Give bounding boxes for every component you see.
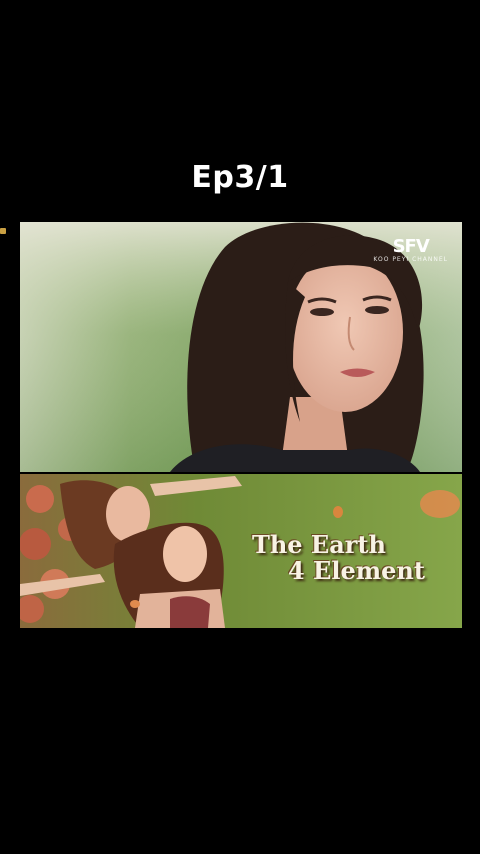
watermark-logo: SFV xyxy=(392,236,430,257)
channel-watermark: SFV KOO PEYI CHANNEL xyxy=(373,236,448,264)
watermark-subtext: KOO PEYI CHANNEL xyxy=(373,256,448,263)
show-title-line2: 4 Element xyxy=(288,556,425,585)
video-frame[interactable]: SFV KOO PEYI CHANNEL xyxy=(20,222,462,472)
side-marker xyxy=(0,228,6,234)
poster-frame: The Earth 4 Element xyxy=(20,474,462,628)
show-title-line1: The Earth xyxy=(252,530,386,559)
show-title: The Earth 4 Element xyxy=(252,532,425,584)
episode-title: Ep3/1 xyxy=(191,160,289,195)
